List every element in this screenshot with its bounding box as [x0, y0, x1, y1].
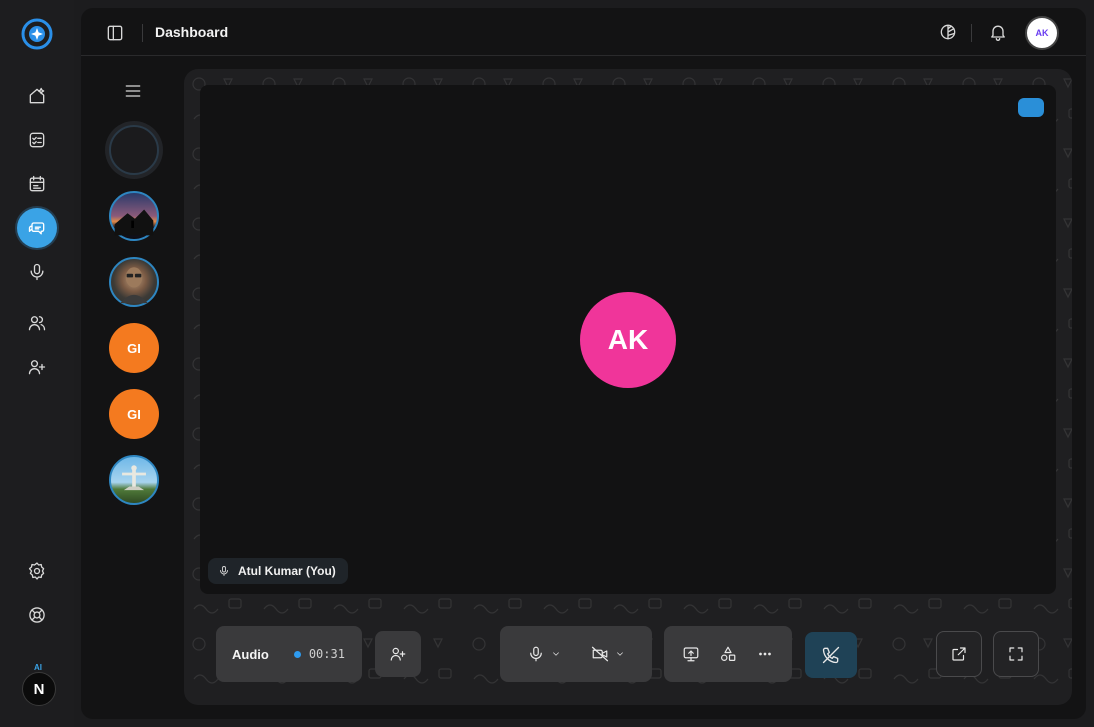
mountain-photo-icon	[114, 209, 154, 236]
shapes-icon[interactable]	[719, 645, 737, 663]
participant-avatar: AK	[580, 292, 676, 388]
call-tools	[664, 626, 792, 682]
checklist-icon	[29, 132, 45, 148]
video-off-icon	[591, 646, 609, 662]
contacts-nav-button[interactable]	[17, 303, 57, 343]
chat-avatar-statue[interactable]	[109, 455, 159, 505]
chat-avatar-empty[interactable]	[109, 125, 159, 175]
contrast-icon	[940, 24, 956, 40]
microphone-icon	[530, 646, 542, 662]
calendar-nav-button[interactable]	[17, 164, 57, 204]
hamburger-icon	[125, 85, 141, 97]
chat-bubbles-icon	[28, 222, 45, 235]
recording-dot	[293, 650, 301, 658]
chat-menu-button[interactable]	[123, 81, 145, 103]
participant-name: Atul Kumar (You)	[238, 564, 336, 578]
voice-nav-button[interactable]	[17, 252, 57, 292]
sidebar-icon	[107, 25, 123, 41]
support-nav-button[interactable]	[17, 595, 57, 635]
end-call-button[interactable]	[805, 632, 857, 678]
phone-off-icon	[822, 646, 840, 664]
notifications-button[interactable]	[988, 22, 1008, 42]
lifebuoy-icon	[29, 607, 45, 623]
user-plus-icon	[28, 360, 46, 375]
video-tile: AK Atul Kumar (You)	[200, 85, 1056, 594]
chat-avatar-mountain[interactable]	[109, 191, 159, 241]
home-nav-button[interactable]	[17, 76, 57, 116]
sidebar-toggle-button[interactable]	[105, 23, 125, 43]
pop-out-button[interactable]	[936, 631, 982, 677]
main-panel: Dashboard AK GI GI AK Atul Kumar (You) A…	[81, 8, 1086, 719]
chat-list: GI GI	[81, 57, 185, 719]
chat-avatar-person[interactable]	[109, 257, 159, 307]
add-participant-button[interactable]	[375, 631, 421, 677]
gear-icon	[28, 562, 45, 580]
external-link-icon	[952, 647, 966, 661]
calendar-icon	[29, 175, 45, 192]
page-title: Dashboard	[155, 24, 229, 40]
camera-toggle-button[interactable]	[591, 645, 625, 663]
divider	[971, 24, 972, 42]
call-area: AK Atul Kumar (You) Audio 00:31	[184, 69, 1072, 705]
chat-avatar-initials[interactable]: GI	[109, 389, 159, 439]
screen-share-icon[interactable]	[682, 645, 700, 663]
user-account-button[interactable]: N	[22, 672, 56, 706]
statue-photo-icon	[122, 465, 146, 491]
theme-toggle-button[interactable]	[938, 22, 958, 42]
add-contact-nav-button[interactable]	[17, 347, 57, 387]
microphone-icon	[30, 263, 44, 281]
user-plus-icon	[390, 647, 406, 661]
call-mode-label: Audio	[232, 646, 269, 662]
fullscreen-icon	[1009, 647, 1023, 661]
connection-indicator	[1018, 98, 1044, 117]
top-bar: Dashboard AK	[81, 8, 1086, 56]
chat-nav-button[interactable]	[17, 208, 57, 248]
call-timer: 00:31	[308, 647, 345, 661]
call-status-box: Audio 00:31	[216, 626, 362, 682]
participant-name-tag: Atul Kumar (You)	[208, 558, 348, 584]
profile-avatar[interactable]: AK	[1025, 16, 1059, 50]
home-icon	[29, 87, 45, 104]
fullscreen-button[interactable]	[993, 631, 1039, 677]
microphone-toggle-button[interactable]	[527, 645, 561, 663]
settings-nav-button[interactable]	[17, 551, 57, 591]
ai-badge: AI	[34, 663, 42, 672]
media-controls	[500, 626, 652, 682]
person-photo-icon	[120, 267, 148, 304]
app-rail: AI N	[0, 0, 74, 727]
chevron-down-icon[interactable]	[615, 649, 625, 659]
users-icon	[28, 316, 46, 331]
chat-avatar-initials[interactable]: GI	[109, 323, 159, 373]
chevron-down-icon[interactable]	[551, 649, 561, 659]
app-logo-icon[interactable]	[20, 17, 54, 51]
microphone-icon	[220, 566, 228, 576]
tasks-nav-button[interactable]	[17, 120, 57, 160]
more-horizontal-icon[interactable]	[756, 645, 774, 663]
divider	[142, 24, 143, 42]
bell-icon	[991, 25, 1005, 41]
